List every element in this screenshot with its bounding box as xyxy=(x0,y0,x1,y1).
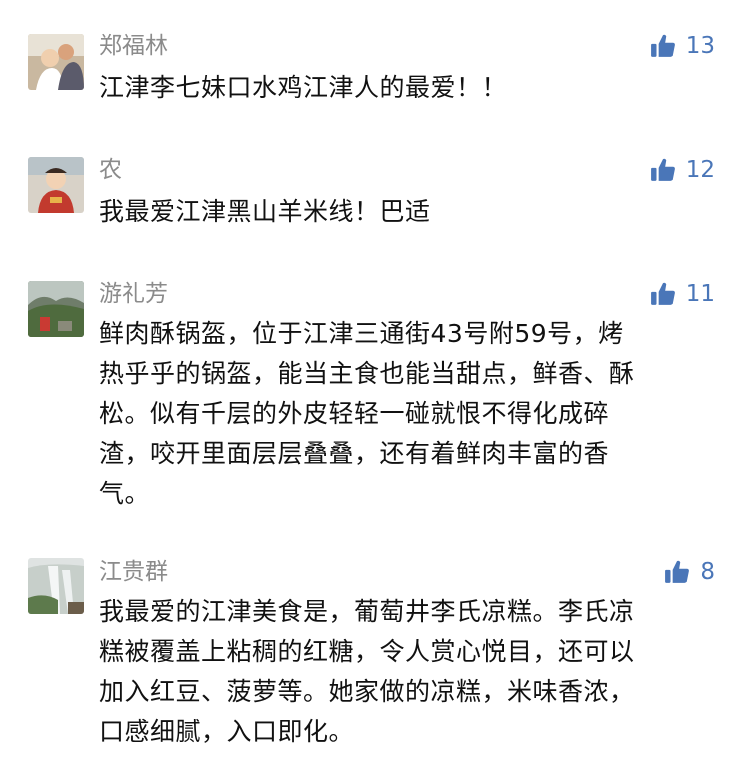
comment-line: 江津李七妹口水鸡江津人的最爱！！ xyxy=(99,73,508,102)
thumbs-up-icon xyxy=(650,34,675,57)
avatar[interactable] xyxy=(28,34,84,90)
thumbs-up-icon xyxy=(650,282,675,305)
avatar-image xyxy=(28,34,84,90)
comment-author: 江贵群 xyxy=(99,559,168,585)
thumbs-up-icon xyxy=(665,560,690,583)
comment-line: 气。 xyxy=(99,479,151,508)
avatar[interactable] xyxy=(28,157,84,213)
avatar-image xyxy=(28,157,84,213)
comment-text: 江津李七妹口水鸡江津人的最爱！！ xyxy=(99,68,719,108)
like-count: 8 xyxy=(700,559,715,585)
comment-line: 热乎乎的锅盔，能当主食也能当甜点，鲜香、酥 xyxy=(99,359,635,388)
comment-line: 鲜肉酥锅盔，位于江津三通街43号附59号，烤 xyxy=(99,319,624,348)
comment-line: 糕被覆盖上粘稠的红糖，令人赏心悦目，还可以 xyxy=(99,637,635,666)
comment-text: 我最爱江津黑山羊米线！巴适 xyxy=(99,192,719,232)
like-button[interactable]: 8 xyxy=(664,557,715,587)
comment-author: 农 xyxy=(99,157,122,183)
avatar[interactable] xyxy=(28,281,84,337)
like-button[interactable]: 13 xyxy=(650,31,715,61)
avatar[interactable] xyxy=(28,558,84,614)
comment-author: 郑福林 xyxy=(99,33,168,59)
avatar-image xyxy=(28,281,84,337)
comment-line: 我最爱江津黑山羊米线！巴适 xyxy=(99,197,431,226)
comment-text: 鲜肉酥锅盔，位于江津三通街43号附59号，烤 热乎乎的锅盔，能当主食也能当甜点，… xyxy=(99,314,719,514)
comment-line: 加入红豆、菠萝等。她家做的凉糕，米味香浓， xyxy=(99,677,635,706)
comment-author: 游礼芳 xyxy=(99,281,168,307)
like-count: 12 xyxy=(685,157,715,183)
like-button[interactable]: 12 xyxy=(650,155,715,185)
comment-text: 我最爱的江津美食是，葡萄井李氏凉糕。李氏凉 糕被覆盖上粘稠的红糖，令人赏心悦目，… xyxy=(99,592,719,752)
comment-line: 松。似有千层的外皮轻轻一碰就恨不得化成碎 xyxy=(99,399,610,428)
like-button[interactable]: 11 xyxy=(650,279,715,309)
comment-line: 我最爱的江津美食是，葡萄井李氏凉糕。李氏凉 xyxy=(99,597,635,626)
like-count: 11 xyxy=(685,281,715,307)
comment-line: 渣，咬开里面层层叠叠，还有着鲜肉丰富的香 xyxy=(99,439,610,468)
like-count: 13 xyxy=(685,33,715,59)
thumbs-up-icon xyxy=(650,158,675,181)
comment-line: 口感细腻，入口即化。 xyxy=(99,717,355,746)
avatar-image xyxy=(28,558,84,614)
